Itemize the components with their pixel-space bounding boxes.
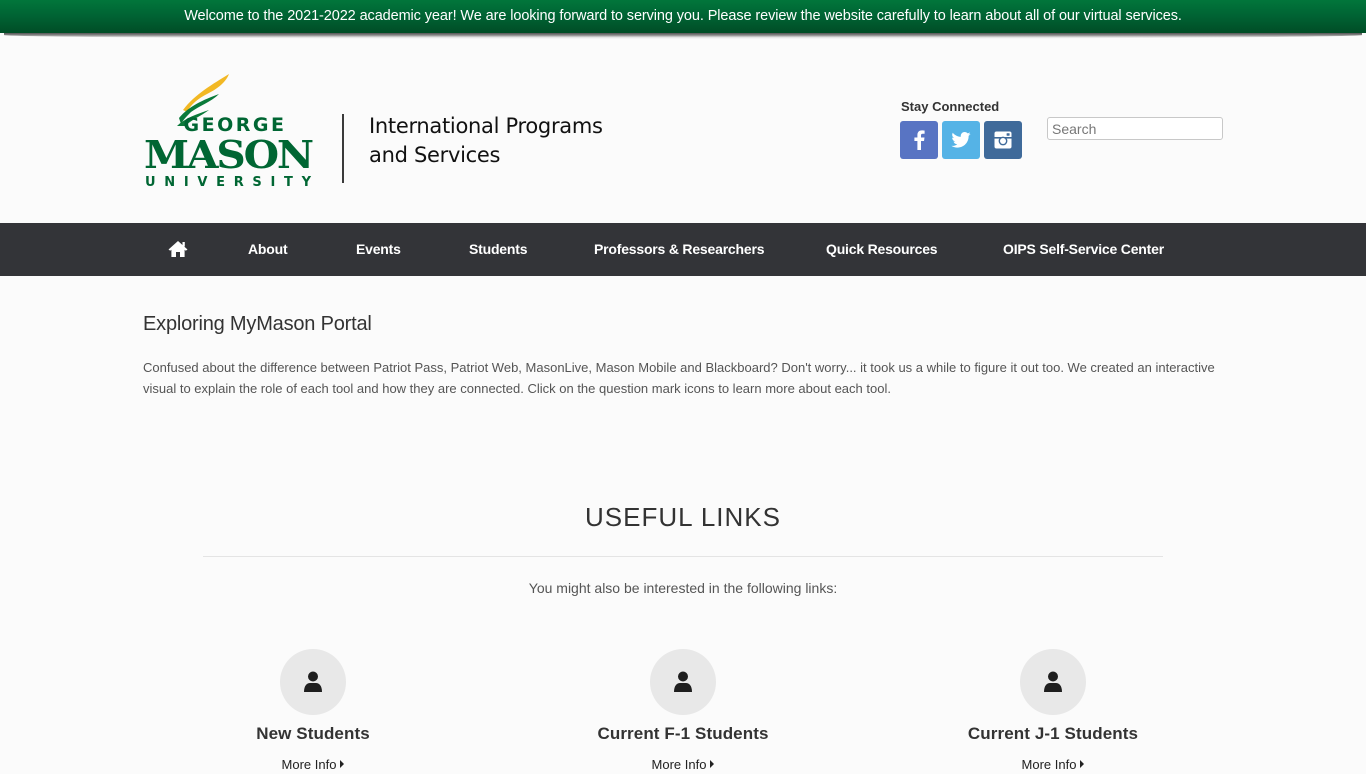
- site-header: GEORGE MASON UNIVERSITY International Pr…: [0, 40, 1366, 223]
- logo-gold-feather: [183, 74, 229, 112]
- nav-item-quick-resources[interactable]: Quick Resources: [826, 223, 938, 276]
- twitter-button[interactable]: [942, 121, 980, 159]
- caret-right-icon: [710, 760, 715, 768]
- instagram-button[interactable]: [984, 121, 1022, 159]
- gmu-logo[interactable]: GEORGE MASON UNIVERSITY: [143, 72, 313, 187]
- user-icon: [674, 671, 692, 692]
- useful-links-subtitle: You might also be interested in the foll…: [528, 580, 838, 596]
- announcement-banner: Welcome to the 2021-2022 academic year! …: [0, 0, 1366, 33]
- card-title[interactable]: Current J-1 Students: [903, 724, 1203, 744]
- card-title[interactable]: New Students: [163, 724, 463, 744]
- nav-home-button[interactable]: [168, 240, 188, 258]
- instagram-icon: [994, 131, 1012, 149]
- logo-divider: [342, 114, 344, 183]
- caret-right-icon: [1080, 760, 1085, 768]
- link-card-current-j1-students: Current J-1 Students More Info: [903, 649, 1203, 774]
- facebook-button[interactable]: [900, 121, 938, 159]
- facebook-icon: [914, 130, 925, 150]
- card-icon-circle[interactable]: [280, 649, 346, 715]
- nav-item-students[interactable]: Students: [469, 223, 527, 276]
- card-icon-circle[interactable]: [650, 649, 716, 715]
- stay-connected-label: Stay Connected: [901, 99, 1000, 114]
- intro-paragraph: Confused about the difference between Pa…: [143, 360, 1215, 396]
- main-nav: About Events Students Professors & Resea…: [0, 223, 1366, 276]
- twitter-icon: [951, 132, 971, 148]
- caret-right-icon: [340, 760, 345, 768]
- more-info-label: More Info: [651, 757, 707, 772]
- nav-item-professors-researchers[interactable]: Professors & Researchers: [594, 223, 764, 276]
- more-info-label: More Info: [281, 757, 337, 772]
- user-icon: [1044, 671, 1062, 692]
- link-card-current-f1-students: Current F-1 Students More Info: [533, 649, 833, 774]
- nav-item-oips-self-service-center[interactable]: OIPS Self-Service Center: [1003, 223, 1164, 276]
- card-icon-circle[interactable]: [1020, 649, 1086, 715]
- more-info-link[interactable]: More Info: [652, 757, 715, 772]
- department-name-line1: International Programs: [369, 114, 603, 138]
- nav-item-about[interactable]: About: [248, 223, 288, 276]
- useful-links-divider: [203, 556, 1163, 557]
- more-info-label: More Info: [1021, 757, 1077, 772]
- home-icon: [168, 241, 188, 257]
- department-name[interactable]: International Programs and Services: [369, 112, 603, 170]
- more-info-link[interactable]: More Info: [1022, 757, 1085, 772]
- search-input[interactable]: [1047, 117, 1223, 140]
- logo-mason: MASON: [144, 132, 313, 177]
- banner-shadow: [4, 33, 1362, 39]
- useful-links-heading: USEFUL LINKS: [585, 502, 781, 532]
- announcement-text: Welcome to the 2021-2022 academic year! …: [184, 8, 1182, 24]
- more-info-link[interactable]: More Info: [282, 757, 345, 772]
- department-name-line2: and Services: [369, 143, 501, 167]
- card-title[interactable]: Current F-1 Students: [533, 724, 833, 744]
- page-title: Exploring MyMason Portal: [143, 313, 372, 335]
- nav-item-events[interactable]: Events: [356, 223, 401, 276]
- link-card-new-students: New Students More Info: [163, 649, 463, 774]
- user-icon: [304, 671, 322, 692]
